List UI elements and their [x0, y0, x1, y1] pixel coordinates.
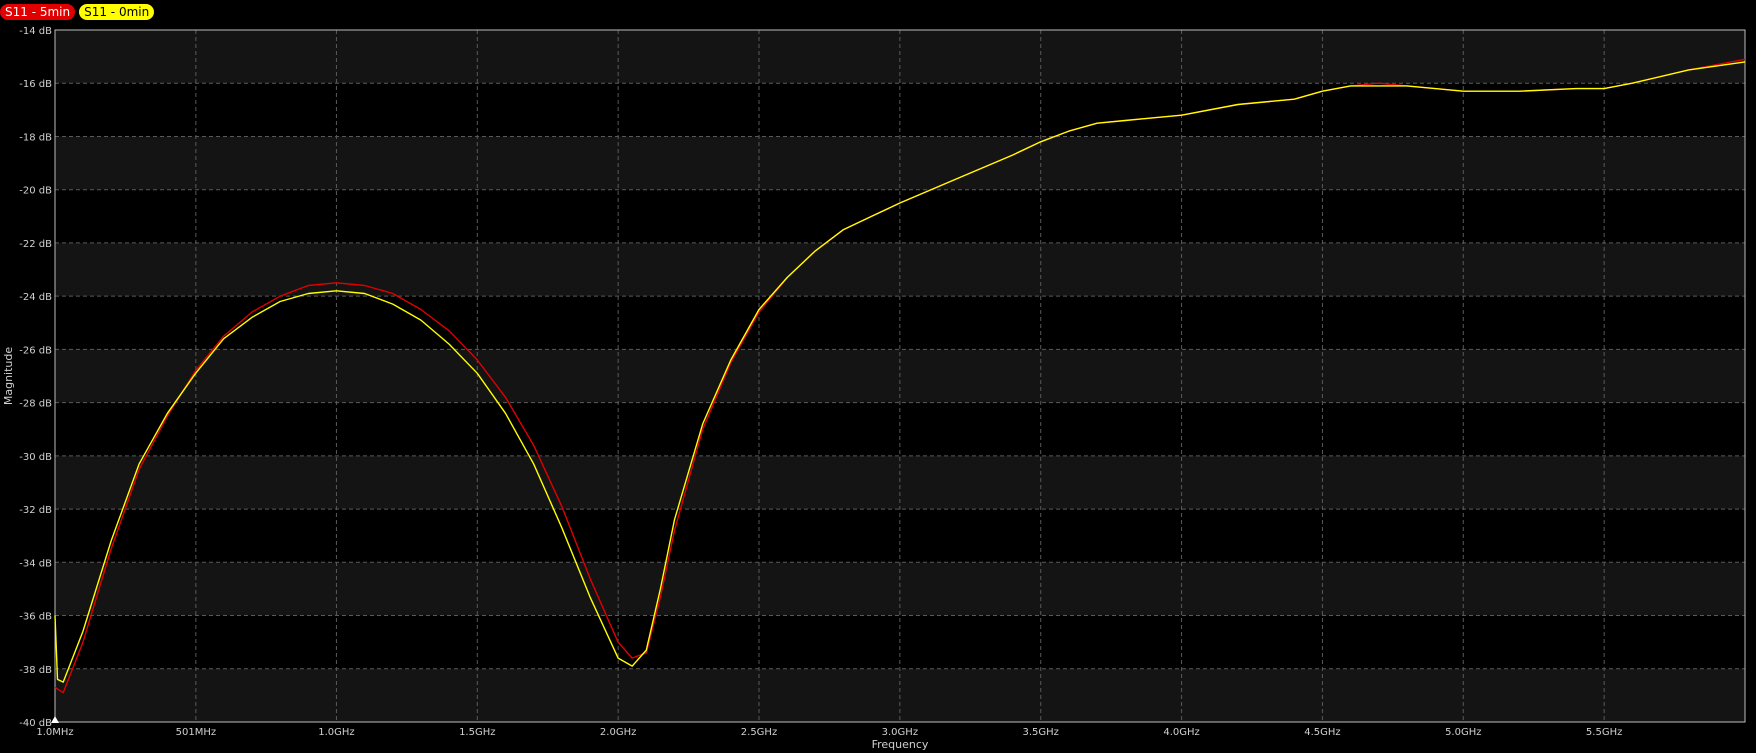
y-tick-label: -28 dB: [19, 399, 52, 410]
x-tick-label: 3.5GHz: [1023, 727, 1059, 738]
x-axis: 1.0MHz 501MHz 1.0GHz 1.5GHz 2.0GHz 2.5GHz 3.0G…: [36, 727, 1622, 738]
y-tick-label: -22 dB: [19, 239, 52, 250]
legend: S11 - 5min S11 - 0min: [0, 4, 155, 20]
y-tick-label: -14 dB: [19, 26, 52, 37]
x-tick-label: 5.5GHz: [1586, 727, 1622, 738]
y-tick-label: -32 dB: [19, 505, 52, 516]
legend-entry-s11-5min[interactable]: S11 - 5min: [0, 4, 76, 20]
x-tick-label: 2.5GHz: [741, 727, 777, 738]
x-tick-label: 1.0MHz: [36, 727, 73, 738]
y-tick-label: -38 dB: [19, 665, 52, 676]
y-tick-label: -18 dB: [19, 132, 52, 143]
legend-entry-s11-0min[interactable]: S11 - 0min: [79, 4, 155, 20]
x-tick-label: 4.0GHz: [1163, 727, 1199, 738]
y-tick-label: -16 dB: [19, 79, 52, 90]
y-tick-label: -30 dB: [19, 452, 52, 463]
y-tick-label: -34 dB: [19, 558, 52, 569]
x-tick-label: 1.5GHz: [459, 727, 495, 738]
y-tick-label: -36 dB: [19, 612, 52, 623]
x-tick-label: 2.0GHz: [600, 727, 636, 738]
x-tick-label: 501MHz: [176, 727, 216, 738]
x-tick-label: 4.5GHz: [1304, 727, 1340, 738]
y-tick-label: -24 dB: [19, 292, 52, 303]
y-tick-label: -26 dB: [19, 345, 52, 356]
x-tick-label: 1.0GHz: [318, 727, 354, 738]
y-axis: -14 dB -16 dB -18 dB -20 dB -22 dB -24 dB -26 …: [19, 26, 52, 729]
x-axis-label: Frequency: [872, 738, 929, 751]
y-tick-label: -20 dB: [19, 186, 52, 197]
x-tick-label: 3.0GHz: [882, 727, 918, 738]
y-axis-label: Magnitude: [2, 347, 15, 406]
x-tick-label: 5.0GHz: [1445, 727, 1481, 738]
chart-canvas: -14 dB -16 dB -18 dB -20 dB -22 dB -24 dB -26 …: [2, 26, 1746, 751]
